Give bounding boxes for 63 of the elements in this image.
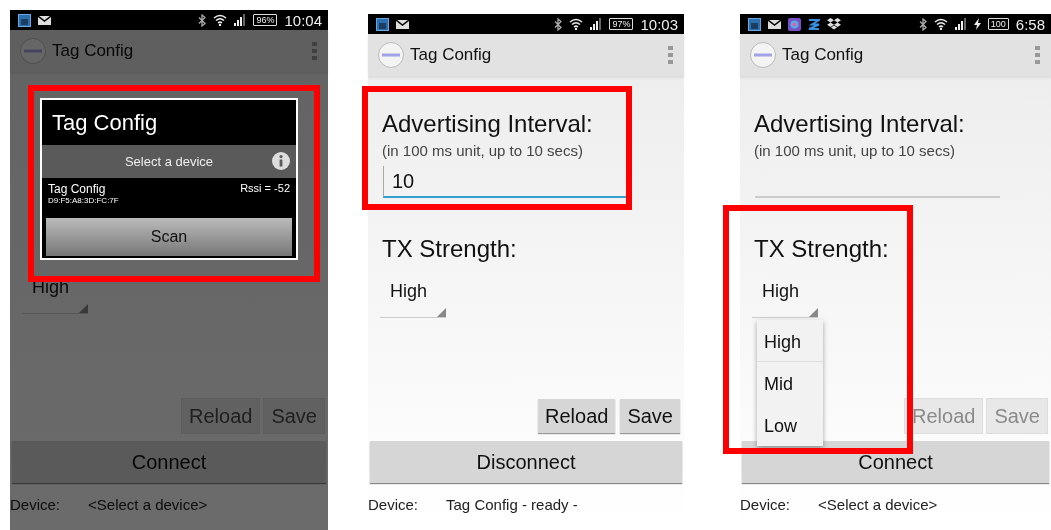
device-value: <Select a device> bbox=[88, 496, 208, 513]
boxes-icon bbox=[827, 18, 841, 30]
device-address: D9:F5:A8:3D:FC:7F bbox=[48, 196, 120, 205]
app-title: Tag Config bbox=[782, 45, 865, 65]
field-label: Advertising Interval: bbox=[382, 110, 593, 138]
battery-level: 100 bbox=[987, 18, 1009, 30]
triangle-icon bbox=[437, 308, 446, 317]
connect-button[interactable]: Disconnect bbox=[370, 441, 682, 483]
device-value: <Select a device> bbox=[818, 496, 938, 513]
wifi-icon bbox=[933, 18, 948, 30]
logo-icon bbox=[378, 42, 404, 68]
status-time: 10:03 bbox=[640, 15, 678, 33]
status-time: 10:04 bbox=[284, 11, 322, 29]
signal-icon bbox=[234, 14, 247, 26]
bluetooth-icon bbox=[554, 17, 563, 31]
dialog-subtitle: Select a device bbox=[124, 154, 214, 169]
battery-level: 97% bbox=[609, 18, 634, 30]
battery-level: 96% bbox=[253, 14, 278, 26]
device-label: Device: bbox=[740, 496, 791, 513]
mail-icon bbox=[396, 18, 409, 30]
app-icon bbox=[788, 17, 801, 31]
action-button[interactable]: Reload bbox=[538, 399, 616, 433]
field-hint: (in 100 ms unit, up to 10 secs) bbox=[382, 142, 583, 160]
info-icon[interactable] bbox=[272, 152, 290, 170]
dropdown-option[interactable]: High bbox=[757, 320, 823, 362]
logo-icon bbox=[750, 42, 776, 68]
device-name: Tag Config bbox=[48, 182, 107, 196]
app-title: Tag Config bbox=[410, 45, 493, 65]
field-label: Advertising Interval: bbox=[754, 110, 965, 138]
triangle-icon bbox=[809, 308, 818, 317]
action-button[interactable]: Save bbox=[620, 399, 680, 433]
stack-icon bbox=[808, 17, 820, 31]
device-value: Tag Config - ready - bbox=[446, 496, 578, 513]
calendar-icon bbox=[376, 17, 389, 31]
field-label: TX Strength: bbox=[754, 235, 889, 263]
calendar-icon bbox=[18, 13, 31, 27]
mail-icon bbox=[38, 14, 51, 26]
input-field[interactable]: 10 bbox=[383, 166, 629, 198]
field-label: TX Strength: bbox=[382, 235, 517, 263]
device-label: Device: bbox=[368, 496, 419, 513]
bluetooth-icon bbox=[198, 13, 207, 27]
overflow-menu-icon[interactable] bbox=[1035, 45, 1041, 65]
mail-icon bbox=[768, 18, 781, 30]
calendar-icon bbox=[748, 17, 761, 31]
triangle-icon bbox=[79, 304, 88, 313]
device-rssi: Rssi = -52 bbox=[240, 182, 290, 196]
scan-button[interactable]: Scan bbox=[46, 218, 292, 256]
app-title: Tag Config bbox=[52, 41, 135, 61]
logo-icon bbox=[20, 38, 46, 64]
dropdown-spinner[interactable]: High bbox=[752, 277, 818, 318]
wifi-icon bbox=[213, 14, 228, 26]
signal-icon bbox=[590, 18, 603, 30]
wifi-icon bbox=[569, 18, 584, 30]
overflow-menu-icon[interactable] bbox=[312, 41, 318, 61]
device-row[interactable]: Tag Config Rssi = -52 D9:F5:A8:3D:FC:7F bbox=[42, 178, 296, 214]
overflow-menu-icon[interactable] bbox=[668, 45, 674, 65]
field-hint: (in 100 ms unit, up to 10 secs) bbox=[754, 142, 955, 160]
status-time: 6:58 bbox=[1015, 15, 1045, 33]
device-label: Device: bbox=[10, 496, 61, 513]
dropdown-spinner[interactable]: High bbox=[380, 277, 446, 318]
bluetooth-icon bbox=[918, 17, 927, 31]
dropdown-option[interactable]: Mid bbox=[757, 362, 823, 404]
signal-icon bbox=[954, 18, 967, 30]
